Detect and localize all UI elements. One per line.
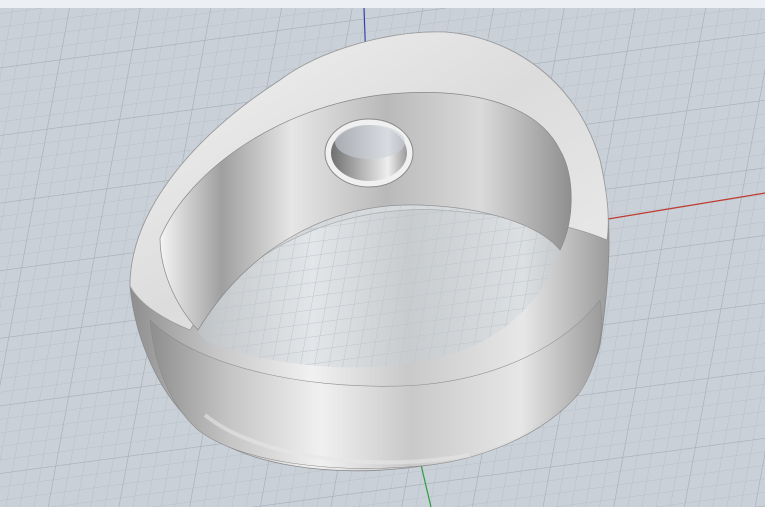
viewport-scene	[0, 7, 765, 507]
signet-hole-opening	[335, 125, 405, 159]
3d-viewport[interactable]	[0, 0, 765, 507]
